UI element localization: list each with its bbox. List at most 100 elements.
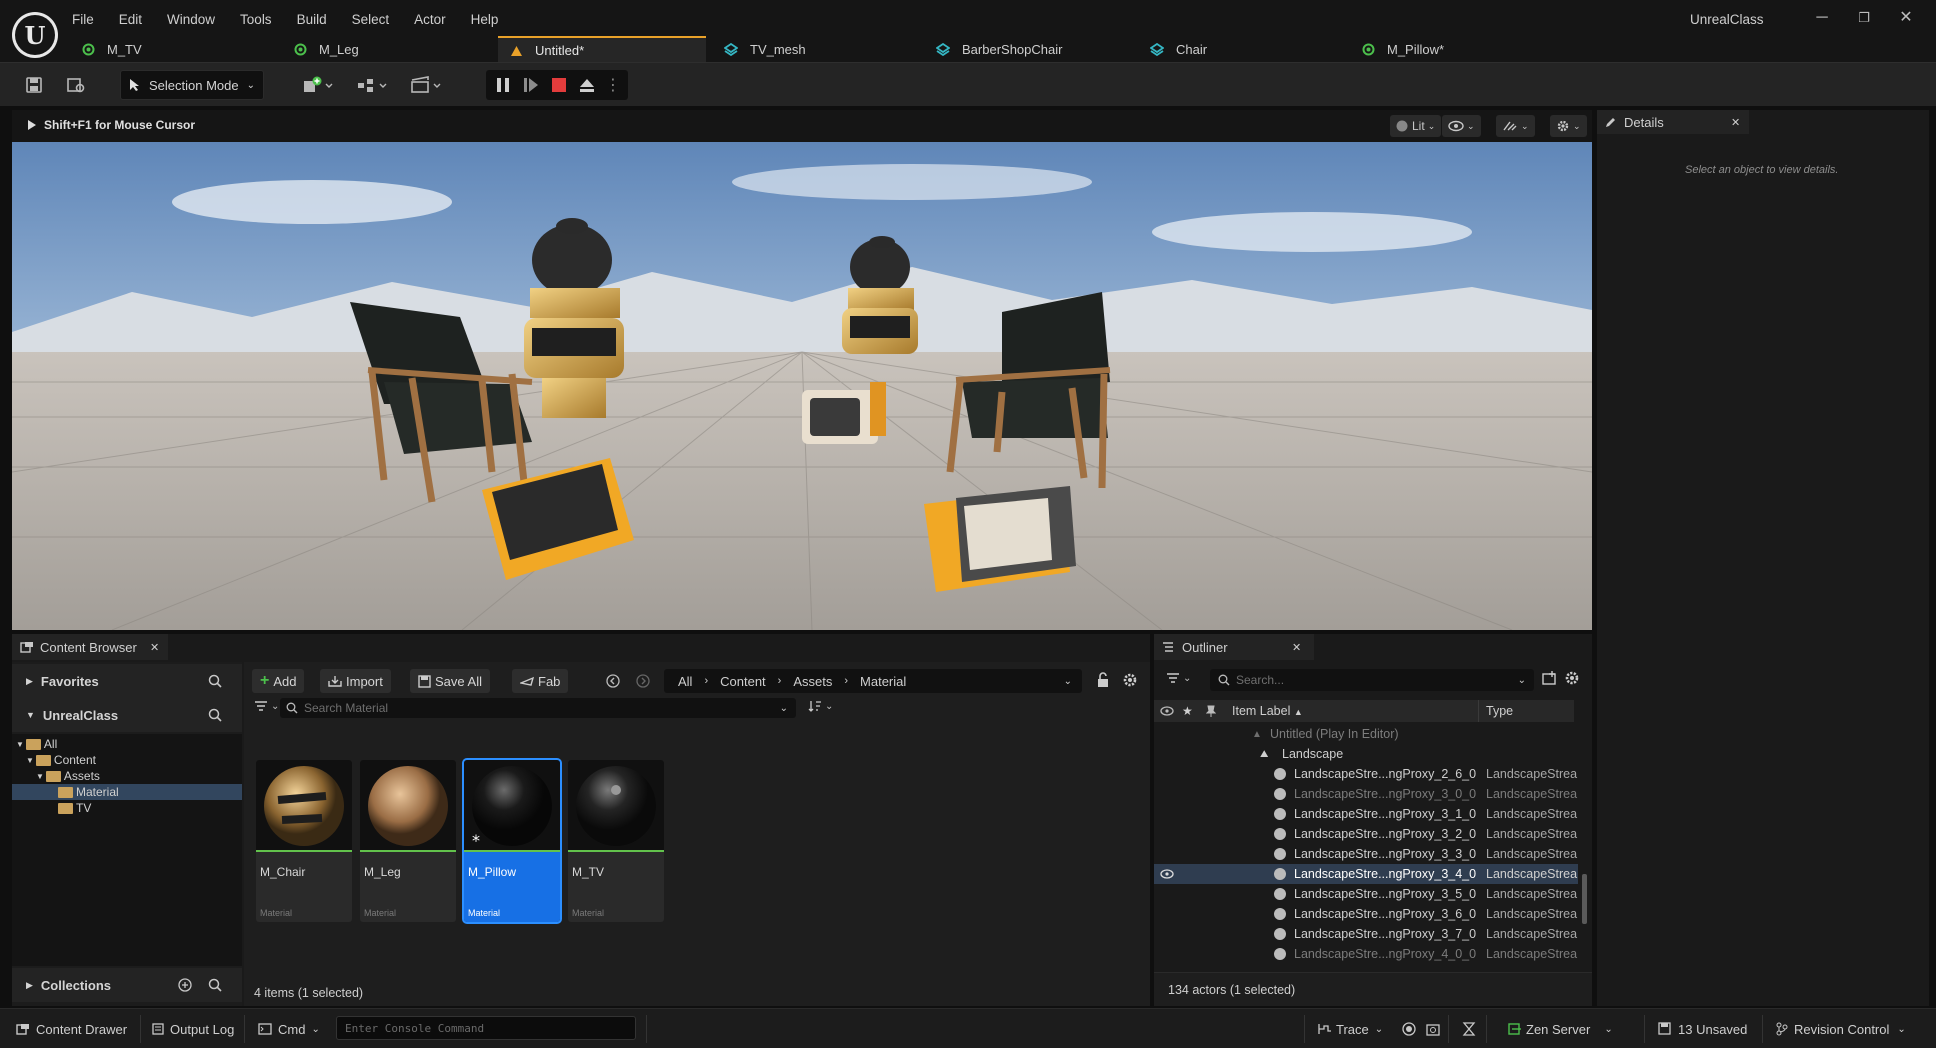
selection-mode-dropdown[interactable]: Selection Mode ⌄	[120, 70, 264, 100]
outliner-row[interactable]: LandscapeStre...ngProxy_3_6_0 LandscapeSt…	[1154, 904, 1578, 924]
chevron-down-icon[interactable]: ⌄	[1064, 676, 1072, 687]
tab-untitled[interactable]: Untitled*	[498, 36, 706, 62]
menu-file[interactable]: File	[72, 12, 94, 27]
outliner-row[interactable]: LandscapeStre...ngProxy_4_0_0 LandscapeSt…	[1154, 944, 1578, 964]
lock-icon[interactable]	[1096, 672, 1110, 688]
outliner-search-input[interactable]: Search... ⌄	[1210, 669, 1534, 691]
console-command-input[interactable]: Enter Console Command	[336, 1016, 636, 1040]
menu-tools[interactable]: Tools	[240, 12, 272, 27]
step-icon[interactable]	[518, 71, 544, 99]
eye-icon[interactable]	[1160, 869, 1174, 879]
minimize-icon[interactable]: ─	[1810, 6, 1834, 30]
breadcrumb-all[interactable]: All	[678, 674, 692, 689]
viewport-settings-dropdown[interactable]: ⌄	[1550, 115, 1587, 137]
project-header[interactable]: ▼ UnrealClass	[12, 698, 242, 732]
tab-content-browser[interactable]: Content Browser ✕	[12, 634, 168, 660]
add-button[interactable]: + Add	[252, 669, 305, 693]
tab-m-pillow[interactable]: M_Pillow*	[1350, 36, 1562, 62]
close-icon[interactable]: ✕	[150, 641, 159, 654]
add-collection-icon[interactable]	[178, 978, 192, 992]
pause-icon[interactable]	[490, 71, 516, 99]
search-icon[interactable]	[208, 674, 222, 688]
visibility-column-eye-icon[interactable]	[1160, 706, 1174, 716]
level-viewport[interactable]	[12, 142, 1592, 630]
settings-gear-icon[interactable]	[1122, 672, 1138, 688]
collections-header[interactable]: ▶ Collections	[12, 968, 242, 1002]
filter-dropdown[interactable]: ⌄	[254, 700, 279, 712]
restore-icon[interactable]: ❐	[1852, 6, 1876, 30]
tab-barbershopchair[interactable]: BarberShopChair	[924, 36, 1136, 62]
show-flags-dropdown[interactable]: ⌄	[1442, 115, 1481, 137]
filter-dropdown[interactable]: ⌄	[1166, 672, 1191, 684]
close-icon[interactable]: ✕	[1731, 116, 1740, 129]
add-folder-icon[interactable]	[1542, 670, 1558, 686]
settings-gear-icon[interactable]	[1564, 670, 1580, 686]
breadcrumb[interactable]: All › Content › Assets › Material ⌄	[664, 669, 1082, 693]
breadcrumb-assets[interactable]: Assets	[793, 674, 832, 689]
tree-item-assets[interactable]: ▼ Assets	[36, 768, 100, 784]
close-icon[interactable]: ✕	[1292, 641, 1301, 654]
tab-tv-mesh[interactable]: TV_mesh	[712, 36, 922, 62]
record-icon[interactable]	[1402, 1019, 1416, 1039]
outliner-row-world[interactable]: ▲ Untitled (Play In Editor)	[1154, 724, 1578, 744]
eject-icon[interactable]	[574, 71, 600, 99]
unsaved-button[interactable]: 13 Unsaved	[1658, 1019, 1747, 1039]
tree-item-content[interactable]: ▼ Content	[26, 752, 96, 768]
cinematics-button[interactable]	[406, 71, 448, 99]
menu-actor[interactable]: Actor	[414, 12, 446, 27]
column-type[interactable]: Type	[1480, 704, 1513, 718]
revision-control-dropdown[interactable]: Revision Control ⌄	[1776, 1019, 1906, 1039]
outliner-row[interactable]: LandscapeStre...ngProxy_3_5_0 LandscapeSt…	[1154, 884, 1578, 904]
tab-details[interactable]: Details ✕	[1597, 110, 1749, 134]
tree-item-all[interactable]: ▼ All	[16, 736, 57, 752]
save-icon[interactable]	[20, 71, 48, 99]
outliner-row[interactable]: LandscapeStre...ngProxy_3_3_0 LandscapeSt…	[1154, 844, 1578, 864]
menu-edit[interactable]: Edit	[119, 12, 142, 27]
save-all-button[interactable]: Save All	[410, 669, 490, 693]
zen-server-dropdown[interactable]: Zen Server ⌄	[1508, 1019, 1613, 1039]
tab-m-tv[interactable]: M_TV	[70, 36, 282, 62]
asset-tile-selected[interactable]: * M_Pillow Material	[462, 758, 562, 924]
outliner-row[interactable]: LandscapeStre...ngProxy_3_2_0 LandscapeSt…	[1154, 824, 1578, 844]
outliner-row[interactable]: LandscapeStre...ngProxy_3_1_0 LandscapeSt…	[1154, 804, 1578, 824]
search-icon[interactable]	[208, 708, 222, 722]
pin-icon[interactable]	[1206, 705, 1216, 717]
close-window-icon[interactable]: ✕	[1894, 6, 1918, 30]
tree-item-tv[interactable]: TV	[58, 800, 91, 816]
outliner-scrollbar[interactable]	[1582, 874, 1587, 924]
import-button[interactable]: Import	[320, 669, 391, 693]
add-actor-button[interactable]	[298, 71, 340, 99]
menu-window[interactable]: Window	[167, 12, 215, 27]
blueprint-button[interactable]	[352, 71, 394, 99]
more-options-icon[interactable]: ⋮	[602, 71, 624, 99]
trace-dropdown[interactable]: Trace ⌄	[1318, 1019, 1383, 1039]
asset-tile[interactable]: M_TV Material	[568, 760, 664, 922]
menu-help[interactable]: Help	[471, 12, 499, 27]
content-drawer-button[interactable]: Content Drawer	[16, 1019, 127, 1039]
asset-tile[interactable]: M_Leg Material	[360, 760, 456, 922]
outliner-row-selected[interactable]: LandscapeStre...ngProxy_3_4_0 LandscapeSt…	[1154, 864, 1578, 884]
outliner-row[interactable]: LandscapeStre...ngProxy_3_7_0 LandscapeSt…	[1154, 924, 1578, 944]
star-icon[interactable]: ★	[1182, 704, 1193, 718]
tab-chair[interactable]: Chair	[1138, 36, 1350, 62]
output-log-button[interactable]: Output Log	[152, 1019, 234, 1039]
search-input[interactable]: Search Material ⌄	[280, 698, 796, 718]
cmd-dropdown[interactable]: Cmd ⌄	[258, 1019, 320, 1039]
outliner-row-landscape[interactable]: ⛰ Landscape	[1154, 744, 1578, 764]
menu-build[interactable]: Build	[297, 12, 327, 27]
tree-item-material[interactable]: Material	[12, 784, 242, 800]
column-item-label[interactable]: Item Label ▲	[1232, 704, 1303, 718]
snap-settings-dropdown[interactable]: ⌄	[1496, 115, 1535, 137]
history-back-icon[interactable]	[606, 674, 620, 688]
derived-data-icon[interactable]	[1462, 1019, 1476, 1039]
breadcrumb-material[interactable]: Material	[860, 674, 906, 689]
tab-m-leg[interactable]: M_Leg	[282, 36, 496, 62]
favorites-header[interactable]: ▶ Favorites	[12, 664, 242, 698]
browse-icon[interactable]	[62, 71, 90, 99]
view-mode-dropdown[interactable]: Lit ⌄	[1390, 115, 1442, 137]
outliner-row[interactable]: LandscapeStre...ngProxy_2_6_0 LandscapeSt…	[1154, 764, 1578, 784]
unreal-logo-icon[interactable]: U	[12, 12, 58, 58]
asset-tile[interactable]: M_Chair Material	[256, 760, 352, 922]
breadcrumb-content[interactable]: Content	[720, 674, 766, 689]
search-icon[interactable]	[208, 978, 222, 992]
